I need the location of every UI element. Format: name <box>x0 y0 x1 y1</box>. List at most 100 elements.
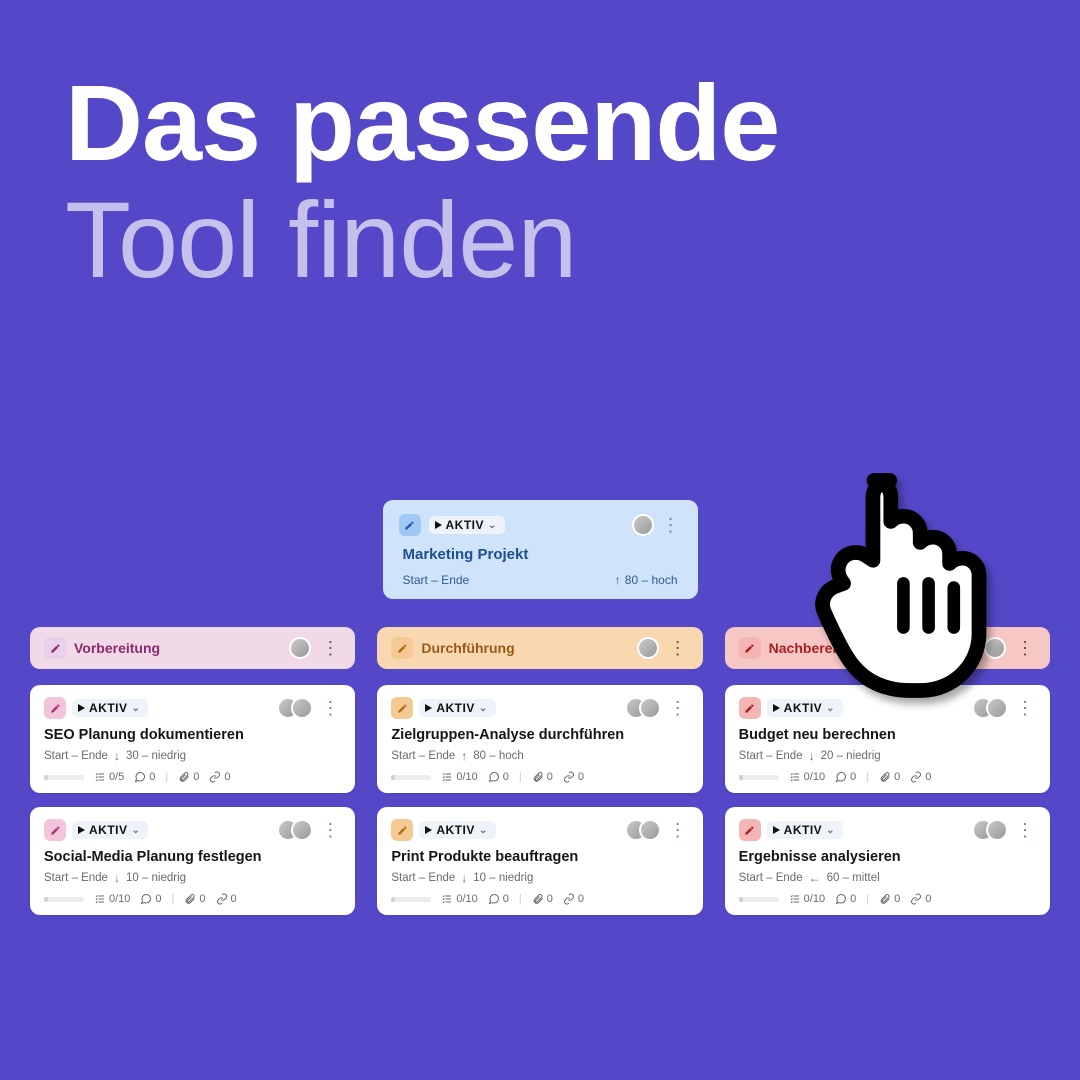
play-icon <box>773 826 780 834</box>
play-icon <box>435 521 442 529</box>
link-count: 0 <box>563 893 584 905</box>
attachment-count: 0 <box>879 893 900 905</box>
parent-project-card[interactable]: AKTIV ⌄ ⋮ Marketing Projekt Start – Ende… <box>383 500 698 599</box>
status-pill[interactable]: AKTIV ⌄ <box>419 821 495 839</box>
avatar[interactable] <box>986 819 1008 841</box>
pencil-icon[interactable] <box>44 819 66 841</box>
pencil-icon[interactable] <box>44 697 66 719</box>
pencil-icon[interactable] <box>391 637 413 659</box>
kebab-menu[interactable]: ⋮ <box>319 643 341 653</box>
kebab-menu[interactable]: ⋮ <box>667 643 689 653</box>
attachment-count: 0 <box>532 771 553 783</box>
pencil-icon[interactable] <box>391 697 413 719</box>
task-card[interactable]: AKTIV ⌄ ⋮ Social-Media Planung festlegen… <box>30 807 355 915</box>
task-title: Ergebnisse analysieren <box>739 849 1036 865</box>
arrow-up-icon: ↑ <box>615 573 621 587</box>
task-card[interactable]: AKTIV ⌄ ⋮ Print Produkte beauftragen Sta… <box>377 807 702 915</box>
date-range: Start – Ende <box>44 750 108 762</box>
task-card[interactable]: AKTIV ⌄ ⋮ Ergebnisse analysieren Start –… <box>725 807 1050 915</box>
status-pill[interactable]: AKTIV ⌄ <box>72 699 148 717</box>
checklist-count: 0/10 <box>441 771 477 783</box>
attachment-count: 0 <box>178 771 199 783</box>
comment-count: 0 <box>835 771 856 783</box>
checklist-count: 0/5 <box>94 771 124 783</box>
status-pill[interactable]: AKTIV ⌄ <box>429 516 505 534</box>
column-header[interactable]: Vorbereitung ⋮ <box>30 627 355 669</box>
avatar[interactable] <box>632 514 654 536</box>
date-range: Start – Ende <box>391 750 455 762</box>
task-title: SEO Planung dokumentieren <box>44 727 341 743</box>
status-pill[interactable]: AKTIV ⌄ <box>419 699 495 717</box>
kebab-menu[interactable]: ⋮ <box>667 703 689 713</box>
play-icon <box>78 704 85 712</box>
pencil-icon[interactable] <box>739 697 761 719</box>
hand-cursor-icon <box>790 470 1000 701</box>
date-range: Start – Ende <box>739 750 803 762</box>
checklist-count: 0/10 <box>789 893 825 905</box>
progress-bar <box>44 775 84 780</box>
pencil-icon[interactable] <box>739 637 761 659</box>
play-icon <box>773 704 780 712</box>
task-card[interactable]: AKTIV ⌄ ⋮ Zielgruppen-Analyse durchführe… <box>377 685 702 793</box>
avatar[interactable] <box>289 637 311 659</box>
play-icon <box>78 826 85 834</box>
comment-count: 0 <box>488 893 509 905</box>
avatar-stack[interactable] <box>277 697 313 719</box>
task-title: Social-Media Planung festlegen <box>44 849 341 865</box>
kebab-menu[interactable]: ⋮ <box>667 825 689 835</box>
progress-bar <box>391 897 431 902</box>
avatar[interactable] <box>639 697 661 719</box>
checklist-count: 0/10 <box>441 893 477 905</box>
progress-bar <box>44 897 84 902</box>
progress-bar <box>391 775 431 780</box>
avatar[interactable] <box>637 637 659 659</box>
priority-label: 10 – niedrig <box>473 872 533 884</box>
kebab-menu[interactable]: ⋮ <box>660 520 682 530</box>
progress-bar <box>739 775 779 780</box>
date-range: Start – Ende <box>739 872 803 884</box>
avatar-stack[interactable] <box>277 819 313 841</box>
avatar-stack[interactable] <box>625 697 661 719</box>
priority-label: 20 – niedrig <box>821 750 881 762</box>
avatar-stack[interactable] <box>625 819 661 841</box>
column-header[interactable]: Durchführung ⋮ <box>377 627 702 669</box>
kebab-menu[interactable]: ⋮ <box>319 825 341 835</box>
kebab-menu[interactable]: ⋮ <box>1014 643 1036 653</box>
play-icon <box>425 826 432 834</box>
hero-line1: Das passende <box>65 62 779 183</box>
date-range: Start – Ende <box>44 872 108 884</box>
chevron-down-icon: ⌄ <box>479 825 488 836</box>
date-range: Start – Ende <box>391 872 455 884</box>
pencil-icon[interactable] <box>739 819 761 841</box>
kebab-menu[interactable]: ⋮ <box>319 703 341 713</box>
attachment-count: 0 <box>879 771 900 783</box>
status-label: AKTIV <box>446 518 485 532</box>
avatar[interactable] <box>291 697 313 719</box>
pencil-icon[interactable] <box>399 514 421 536</box>
task-title: Print Produkte beauftragen <box>391 849 688 865</box>
status-pill[interactable]: AKTIV ⌄ <box>72 821 148 839</box>
link-count: 0 <box>910 771 931 783</box>
card-title: Marketing Projekt <box>399 546 682 563</box>
status-pill[interactable]: AKTIV ⌄ <box>767 699 843 717</box>
task-card[interactable]: AKTIV ⌄ ⋮ Budget neu berechnen Start – E… <box>725 685 1050 793</box>
kebab-menu[interactable]: ⋮ <box>1014 825 1036 835</box>
chevron-down-icon: ⌄ <box>132 703 141 714</box>
kebab-menu[interactable]: ⋮ <box>1014 703 1036 713</box>
pencil-icon[interactable] <box>44 637 66 659</box>
chevron-down-icon: ⌄ <box>826 825 835 836</box>
avatar-stack[interactable] <box>972 819 1008 841</box>
attachment-count: 0 <box>532 893 553 905</box>
status-pill[interactable]: AKTIV ⌄ <box>767 821 843 839</box>
priority-label: 80 – hoch <box>625 573 678 587</box>
pencil-icon[interactable] <box>391 819 413 841</box>
priority-label: 80 – hoch <box>473 750 524 762</box>
task-card[interactable]: AKTIV ⌄ ⋮ SEO Planung dokumentieren Star… <box>30 685 355 793</box>
column-label: Vorbereitung <box>74 640 160 656</box>
avatar[interactable] <box>291 819 313 841</box>
avatar[interactable] <box>639 819 661 841</box>
chevron-down-icon: ⌄ <box>826 703 835 714</box>
attachment-count: 0 <box>184 893 205 905</box>
chevron-down-icon: ⌄ <box>479 703 488 714</box>
task-title: Budget neu berechnen <box>739 727 1036 743</box>
